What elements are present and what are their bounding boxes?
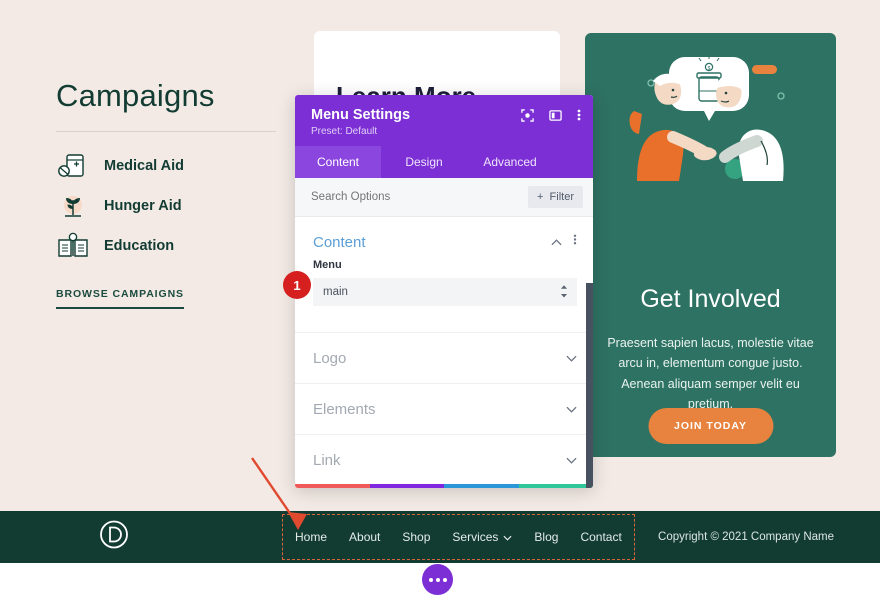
tab-design[interactable]: Design <box>381 146 467 178</box>
chevron-down-icon <box>566 400 577 418</box>
modal-preset-label[interactable]: Preset: Default <box>311 126 577 137</box>
list-item-label: Hunger Aid <box>104 198 182 214</box>
filter-label: Filter <box>549 191 574 203</box>
accordion-label: Logo <box>313 349 347 367</box>
handshake-donation-illustration: $ <box>585 41 836 191</box>
get-involved-title: Get Involved <box>640 285 781 313</box>
tab-content[interactable]: Content <box>295 146 381 178</box>
page-root: Campaigns Medical Aid Hunger Aid Educati… <box>0 0 880 607</box>
divi-menu-fab[interactable] <box>422 564 453 595</box>
open-book-icon <box>56 229 90 263</box>
list-item[interactable]: Hunger Aid <box>56 186 281 226</box>
menu-field: Menu main <box>295 259 593 306</box>
content-section-icons <box>551 233 577 251</box>
plant-sprout-icon <box>56 189 90 223</box>
tab-advanced[interactable]: Advanced <box>467 146 553 178</box>
search-bar: + Filter <box>295 178 593 217</box>
vertical-dots-icon[interactable] <box>577 108 581 122</box>
search-input[interactable] <box>311 191 511 203</box>
modal-tabs: Content Design Advanced <box>295 146 593 178</box>
annotation-step-badge: 1 <box>283 271 311 299</box>
get-involved-body: Praesent sapien lacus, molestie vitae ar… <box>607 336 814 411</box>
menu-label: Services <box>452 530 499 544</box>
svg-text:$: $ <box>708 66 711 72</box>
list-item-label: Medical Aid <box>104 158 185 174</box>
list-item[interactable]: Education <box>56 226 281 266</box>
chevron-down-icon <box>503 530 512 544</box>
plus-icon: + <box>537 191 544 203</box>
content-section-title: Content <box>313 233 366 251</box>
page-title: Campaigns <box>56 78 215 113</box>
menu-label: Shop <box>402 530 431 544</box>
list-item-label: Education <box>104 238 175 254</box>
accordion-logo[interactable]: Logo <box>295 332 593 383</box>
vertical-dots-icon[interactable] <box>573 233 577 251</box>
accordion-link[interactable]: Link <box>295 434 593 485</box>
layout-panel-icon[interactable] <box>549 109 562 122</box>
menu-label: Contact <box>580 530 622 544</box>
focus-target-icon[interactable] <box>521 108 534 122</box>
menu-label: Blog <box>534 530 559 544</box>
campaign-list: Medical Aid Hunger Aid Education <box>56 146 281 266</box>
accordion-elements[interactable]: Elements <box>295 383 593 434</box>
three-dots-icon <box>428 577 433 582</box>
site-footer: Home About Shop Services Blog Contact Co… <box>0 511 880 563</box>
medicine-box-icon <box>56 149 90 183</box>
join-today-button[interactable]: JOIN TODAY <box>647 408 774 444</box>
copyright-text: Copyright © 2021 Company Name <box>658 531 834 543</box>
footer-menu-item-services[interactable]: Services <box>452 530 512 544</box>
campaigns-section: Campaigns Medical Aid Hunger Aid Educati… <box>56 78 281 309</box>
divider <box>56 131 276 132</box>
menu-select[interactable]: main <box>313 278 577 306</box>
panel-scrollbar[interactable] <box>586 283 593 488</box>
footer-menu-item-shop[interactable]: Shop <box>402 530 430 544</box>
accordion-label: Elements <box>313 400 376 418</box>
get-involved-card: $ Get Involved Praesent sapien lacus, mo… <box>585 33 836 457</box>
accordion-label: Link <box>313 451 341 469</box>
filter-button[interactable]: + Filter <box>528 186 583 208</box>
divi-d-logo[interactable] <box>99 520 129 555</box>
footer-menu-item-contact[interactable]: Contact <box>580 530 621 544</box>
modal-header: Menu Settings Preset: Default <box>295 95 593 146</box>
modal-body: Content Menu main Logo Elements Link <box>295 217 593 488</box>
menu-select-wrapper: main <box>313 278 577 306</box>
modal-header-icons <box>521 108 581 122</box>
browse-campaigns-link[interactable]: BROWSE CAMPAIGNS <box>56 288 184 309</box>
chevron-down-icon <box>566 451 577 469</box>
content-section-header[interactable]: Content <box>295 217 593 259</box>
list-item[interactable]: Medical Aid <box>56 146 281 186</box>
chevron-down-icon <box>566 349 577 367</box>
chevron-up-icon[interactable] <box>551 233 562 251</box>
menu-settings-modal: Menu Settings Preset: Default Content De… <box>295 95 593 488</box>
menu-field-label: Menu <box>313 259 342 271</box>
footer-menu-item-blog[interactable]: Blog <box>534 530 558 544</box>
